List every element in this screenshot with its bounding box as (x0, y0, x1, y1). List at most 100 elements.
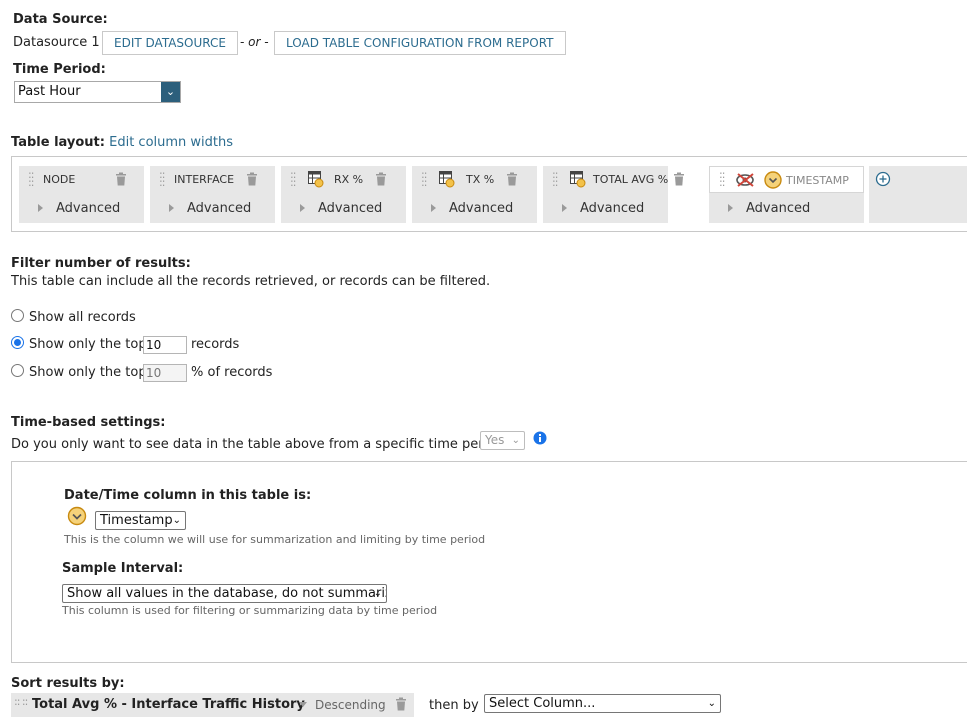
advanced-label: Advanced (318, 201, 383, 216)
column-name: TOTAL AVG % (593, 173, 669, 186)
trash-icon[interactable] (673, 172, 685, 186)
records-suffix: records (191, 337, 240, 352)
then-by-select[interactable]: Select Column... ⌄ (484, 694, 721, 713)
info-icon[interactable] (533, 431, 547, 445)
column-card-total-avg[interactable]: :: :: TOTAL AVG % Advanced (543, 166, 684, 223)
expand-triangle-icon (169, 204, 174, 212)
expand-triangle-icon (38, 204, 43, 212)
advanced-toggle[interactable]: Advanced (19, 195, 144, 223)
drag-handle-icon[interactable]: :: :: (159, 169, 169, 188)
time-period-answer: Yes (485, 433, 505, 447)
column-header: :: :: TX % (412, 166, 537, 193)
show-top-percent-label: Show only the top (29, 365, 147, 380)
top-percent-input[interactable]: 10 (143, 364, 187, 382)
column-card-node[interactable]: :: :: NODE Advanced (19, 166, 144, 223)
drag-handle-icon[interactable]: :: :: (290, 169, 300, 188)
sort-column-name: Total Avg % - Interface Traffic History (32, 697, 305, 712)
clock-icon (67, 506, 87, 526)
column-header: :: :: RX % (281, 166, 406, 193)
column-header: :: :: TOTAL AVG % (543, 166, 684, 193)
datetime-column-select[interactable]: Timestamp ⌄ (95, 511, 186, 530)
radio-show-all[interactable] (11, 309, 24, 322)
trash-icon[interactable] (395, 697, 407, 711)
advanced-label: Advanced (580, 201, 645, 216)
radio-show-top[interactable] (11, 336, 24, 349)
clock-icon (764, 171, 782, 189)
direction-dropdown-icon[interactable] (299, 702, 307, 707)
expand-triangle-icon (562, 204, 567, 212)
chevron-down-icon: ⌄ (161, 82, 180, 102)
drag-handle-icon[interactable]: :: :: (28, 169, 38, 188)
column-name: TX % (466, 173, 495, 186)
sample-interval-select[interactable]: Show all values in the database, do not … (62, 584, 387, 603)
then-by-value: Select Column... (489, 696, 596, 711)
expand-triangle-icon (728, 204, 733, 212)
advanced-toggle[interactable]: Advanced (543, 195, 668, 223)
add-column-icon[interactable] (875, 171, 891, 187)
advanced-label: Advanced (746, 201, 811, 216)
show-all-label: Show all records (29, 310, 136, 325)
column-header: :: :: INTERFACE (150, 166, 275, 193)
time-period-value: Past Hour (18, 84, 81, 99)
then-by-label: then by (429, 698, 479, 713)
advanced-toggle[interactable]: Advanced (150, 195, 275, 223)
or-separator: - or - (240, 35, 269, 49)
expand-triangle-icon (300, 204, 305, 212)
top-records-input[interactable]: 10 (143, 336, 187, 354)
load-table-configuration-button[interactable]: LOAD TABLE CONFIGURATION FROM REPORT (274, 31, 566, 55)
trash-icon[interactable] (115, 172, 127, 186)
time-based-title: Time-based settings: (11, 415, 166, 430)
add-column-area (869, 166, 967, 223)
datetime-column-value: Timestamp (100, 513, 173, 528)
column-name: TIMESTAMP (786, 174, 849, 187)
time-period-yes-select[interactable]: Yes ⌄ (480, 431, 525, 450)
column-card-tx[interactable]: :: :: TX % Advanced (412, 166, 537, 223)
edit-datasource-button[interactable]: EDIT DATASOURCE (102, 31, 238, 55)
chevron-down-icon: ⌄ (172, 515, 181, 526)
table-layout-label: Table layout: (11, 135, 105, 150)
trash-icon[interactable] (506, 172, 518, 186)
datasource-name: Datasource 1 (13, 35, 100, 50)
advanced-toggle[interactable]: Advanced (709, 195, 864, 223)
table-layout-heading: Table layout: Edit column widths (11, 135, 233, 150)
sample-interval-label: Sample Interval: (62, 561, 184, 576)
column-card-interface[interactable]: :: :: INTERFACE Advanced (150, 166, 275, 223)
column-card-timestamp[interactable]: :: :: TIMESTAMP Advanced (709, 166, 864, 223)
chevron-down-icon: ⌄ (707, 698, 716, 709)
drag-handle-icon[interactable]: :: :: (14, 696, 28, 707)
time-settings-panel: Date/Time column in this table is: Times… (11, 461, 967, 663)
hidden-eye-icon[interactable] (736, 172, 756, 188)
column-card-rx[interactable]: :: :: RX % Advanced (281, 166, 406, 223)
show-top-label: Show only the top (29, 337, 147, 352)
radio-show-top-percent[interactable] (11, 364, 24, 377)
datetime-help: This is the column we will use for summa… (64, 533, 486, 546)
drag-handle-icon[interactable]: :: :: (719, 169, 729, 188)
advanced-label: Advanced (56, 201, 121, 216)
column-header: :: :: NODE (19, 166, 144, 193)
advanced-label: Advanced (187, 201, 252, 216)
table-column-icon (570, 171, 586, 188)
chevron-down-icon: ⌄ (373, 588, 382, 599)
trash-icon[interactable] (375, 172, 387, 186)
drag-handle-icon[interactable]: :: :: (421, 169, 431, 188)
sample-interval-value: Show all values in the database, do not … (67, 586, 387, 601)
column-name: INTERFACE (174, 173, 235, 186)
sort-direction[interactable]: Descending (315, 698, 386, 712)
sample-interval-help: This column is used for filtering or sum… (62, 604, 438, 617)
table-column-icon (308, 171, 324, 188)
sort-title: Sort results by: (11, 676, 125, 691)
datetime-column-label: Date/Time column in this table is: (64, 488, 312, 503)
data-source-label: Data Source: (13, 12, 108, 27)
sort-column-row[interactable]: :: :: Total Avg % - Interface Traffic Hi… (11, 693, 414, 717)
filter-title: Filter number of results: (11, 256, 191, 271)
advanced-toggle[interactable]: Advanced (281, 195, 406, 223)
filter-description: This table can include all the records r… (11, 274, 491, 289)
edit-column-widths-link[interactable]: Edit column widths (109, 135, 233, 150)
time-period-select[interactable]: Past Hour ⌄ (14, 81, 181, 103)
chevron-down-icon: ⌄ (511, 435, 520, 446)
advanced-toggle[interactable]: Advanced (412, 195, 537, 223)
drag-handle-icon[interactable]: :: :: (552, 169, 562, 188)
column-name: RX % (334, 173, 364, 186)
trash-icon[interactable] (246, 172, 258, 186)
column-header: :: :: TIMESTAMP (709, 166, 864, 193)
